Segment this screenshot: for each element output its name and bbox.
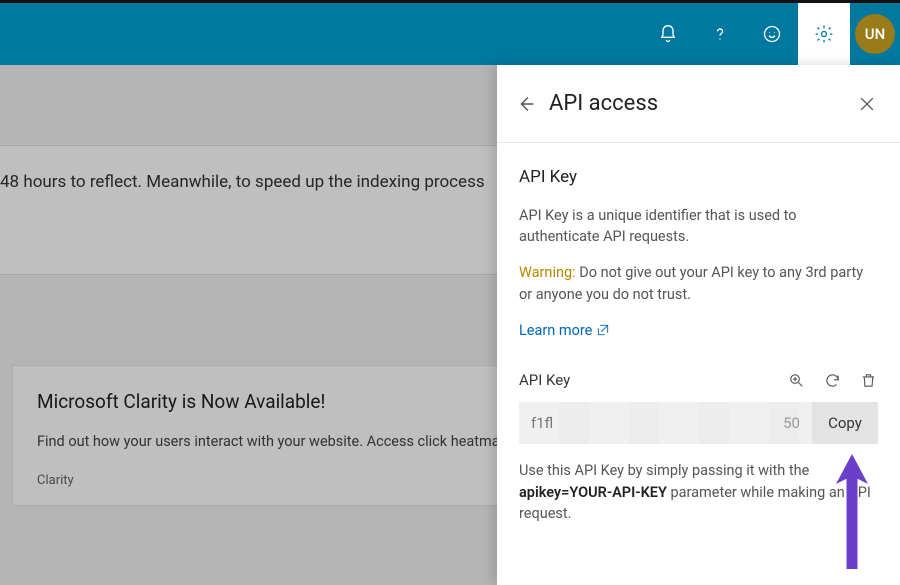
info-banner-text: 48 hours to reflect. Meanwhile, to speed… [0, 172, 485, 192]
learn-more-label: Learn more [519, 320, 592, 342]
app-header: UN [0, 3, 900, 65]
section-heading: API Key [519, 165, 878, 191]
api-key-value: f1fl 50 [519, 402, 812, 444]
usage-instructions: Use this API Key by simply passing it wi… [519, 460, 878, 525]
usage-pre: Use this API Key by simply passing it wi… [519, 462, 809, 479]
close-button[interactable] [852, 94, 882, 114]
delete-key-icon[interactable] [858, 371, 878, 391]
copy-button[interactable]: Copy [812, 402, 878, 444]
regenerate-key-icon[interactable] [822, 371, 842, 391]
section-description: API Key is a unique identifier that is u… [519, 205, 878, 249]
zoom-key-icon[interactable] [786, 371, 806, 391]
copy-button-label: Copy [828, 412, 862, 435]
usage-param: apikey=YOUR-API-KEY [519, 484, 667, 501]
help-icon[interactable] [694, 3, 746, 65]
notifications-icon[interactable] [642, 3, 694, 65]
feedback-smiley-icon[interactable] [746, 3, 798, 65]
warning-text: Warning: Do not give out your API key to… [519, 262, 878, 306]
api-key-label: API Key [519, 369, 570, 392]
api-key-prefix: f1fl [531, 412, 553, 435]
avatar-initials: UN [855, 14, 895, 54]
warning-label: Warning: [519, 264, 576, 281]
clarity-card-brand: Clarity [37, 473, 74, 488]
api-key-box: f1fl 50 Copy [519, 402, 878, 444]
api-access-panel: API access API Key API Key is a unique i… [497, 65, 900, 585]
panel-title: API access [541, 91, 852, 116]
user-avatar[interactable]: UN [850, 3, 900, 65]
settings-gear-icon[interactable] [798, 3, 850, 65]
learn-more-link[interactable]: Learn more [519, 320, 610, 342]
api-key-suffix: 50 [783, 412, 800, 435]
back-button[interactable] [511, 93, 541, 115]
